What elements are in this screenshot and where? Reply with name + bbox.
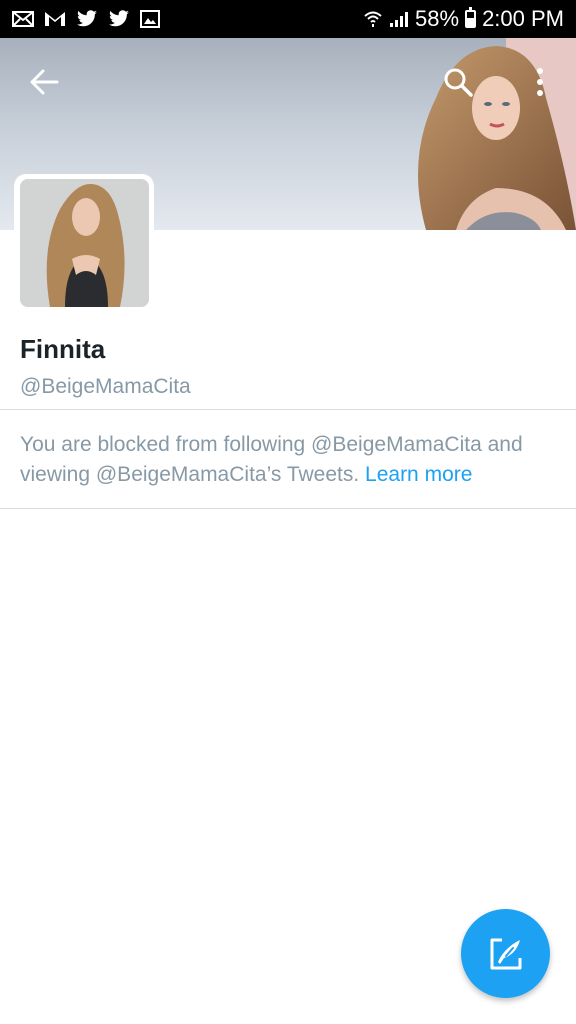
blocked-notice: You are blocked from following @BeigeMam… xyxy=(20,430,560,490)
system-status: 58% 2:00 PM xyxy=(363,6,564,32)
twitter-icon xyxy=(109,10,129,27)
learn-more-link[interactable]: Learn more xyxy=(365,463,472,486)
divider xyxy=(0,409,576,410)
back-arrow-icon xyxy=(30,69,59,95)
clock: 2:00 PM xyxy=(482,6,564,31)
compose-tweet-icon xyxy=(490,938,521,969)
avatar[interactable] xyxy=(20,179,149,307)
wifi-icon xyxy=(364,11,382,27)
battery-fill xyxy=(467,17,475,26)
twitter-icon xyxy=(77,10,97,27)
mail-icon xyxy=(12,11,34,27)
divider xyxy=(0,508,576,509)
search-icon xyxy=(444,68,473,97)
compose-tweet-button[interactable] xyxy=(461,909,550,998)
more-options-button[interactable] xyxy=(518,60,562,104)
signal-icon xyxy=(390,12,409,27)
avatar-frame xyxy=(14,174,154,312)
user-handle: @BeigeMamaCita xyxy=(20,375,191,398)
avatar-photo xyxy=(20,179,149,307)
back-button[interactable] xyxy=(22,60,66,104)
display-name: Finnita xyxy=(20,334,106,364)
battery-icon xyxy=(465,7,477,28)
gmail-icon xyxy=(45,12,65,26)
battery-percentage: 58% xyxy=(415,6,460,31)
more-vertical-icon xyxy=(537,68,543,96)
search-button[interactable] xyxy=(436,60,480,104)
gallery-icon xyxy=(140,10,160,28)
notification-icons xyxy=(12,10,160,28)
status-bar: 58% 2:00 PM xyxy=(0,0,576,38)
